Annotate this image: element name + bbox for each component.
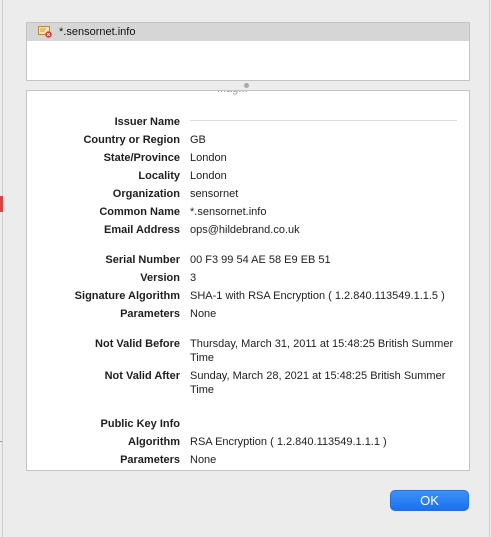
certificate-name: *.sensornet.info: [59, 26, 136, 38]
detail-row: Not Valid After Sunday, March 28, 2021 a…: [27, 369, 469, 399]
field-value: None: [190, 454, 217, 466]
field-label: Algorithm: [128, 436, 180, 448]
certificate-list[interactable]: *.sensornet.info: [26, 22, 470, 81]
field-value: Sunday, March 28, 2021 at 15:48:25 Briti…: [190, 370, 446, 396]
detail-row: Country or Region GB: [27, 133, 469, 149]
field-label: Locality: [138, 170, 180, 182]
field-value: London: [190, 152, 227, 164]
field-value: ops@hildebrand.co.uk: [190, 224, 300, 236]
field-label: Parameters: [120, 454, 180, 466]
field-label: Not Valid After: [104, 370, 180, 382]
field-value: GB: [190, 134, 206, 146]
certificate-dialog: *.sensornet.info ...ag... Issuer Name Co…: [2, 0, 490, 537]
field-value: 3: [190, 272, 197, 284]
detail-row: State/Province London: [27, 151, 469, 167]
field-value: sensornet: [190, 188, 239, 200]
detail-row: Organization sensornet: [27, 187, 469, 203]
detail-row: Locality London: [27, 169, 469, 185]
field-label: Parameters: [120, 308, 180, 320]
detail-row: Not Valid Before Thursday, March 31, 201…: [27, 337, 469, 367]
certificate-invalid-icon: [38, 26, 52, 38]
background-window-edge: [0, 196, 3, 212]
detail-row: Signature Algorithm SHA-1 with RSA Encry…: [27, 289, 469, 305]
field-label: Common Name: [99, 206, 180, 218]
split-view-handle[interactable]: [244, 83, 249, 88]
field-value: None: [190, 308, 217, 320]
ok-button[interactable]: OK: [390, 490, 469, 511]
field-value: 00 F3 99 54 AE 58 E9 EB 51: [190, 254, 331, 266]
detail-row: Parameters None: [27, 307, 469, 323]
detail-row: Common Name *.sensornet.info: [27, 205, 469, 221]
detail-row: Version 3: [27, 271, 469, 287]
certificate-details[interactable]: ...ag... Issuer Name Country or Region G…: [26, 90, 470, 471]
section-divider: [190, 120, 457, 121]
field-value: SHA-1 with RSA Encryption ( 1.2.840.1135…: [190, 290, 445, 302]
field-label: State/Province: [103, 152, 180, 164]
field-label: Organization: [112, 188, 180, 200]
field-label: Not Valid Before: [95, 338, 180, 350]
public-key-header: Public Key Info: [27, 417, 469, 433]
field-label: Country or Region: [83, 134, 180, 146]
field-value: London: [190, 170, 227, 182]
certificate-list-item[interactable]: *.sensornet.info: [27, 23, 469, 41]
detail-row: Parameters None: [27, 453, 469, 469]
detail-row: Email Address ops@hildebrand.co.uk: [27, 223, 469, 239]
detail-row: Algorithm RSA Encryption ( 1.2.840.11354…: [27, 435, 469, 451]
field-label: Signature Algorithm: [74, 290, 180, 302]
issuer-name-header: Issuer Name: [27, 115, 469, 131]
scrolled-text-fragment: ...ag...: [217, 91, 248, 95]
field-label: Email Address: [103, 224, 180, 236]
background-divider: [0, 441, 2, 442]
section-heading: Public Key Info: [100, 418, 180, 430]
field-value: *.sensornet.info: [190, 206, 267, 218]
field-value: RSA Encryption ( 1.2.840.113549.1.1.1 ): [190, 436, 387, 448]
section-heading: Issuer Name: [114, 116, 180, 128]
field-label: Version: [140, 272, 180, 284]
detail-row: Serial Number 00 F3 99 54 AE 58 E9 EB 51: [27, 253, 469, 269]
field-value: Thursday, March 31, 2011 at 15:48:25 Bri…: [190, 338, 454, 364]
field-label: Serial Number: [105, 254, 180, 266]
